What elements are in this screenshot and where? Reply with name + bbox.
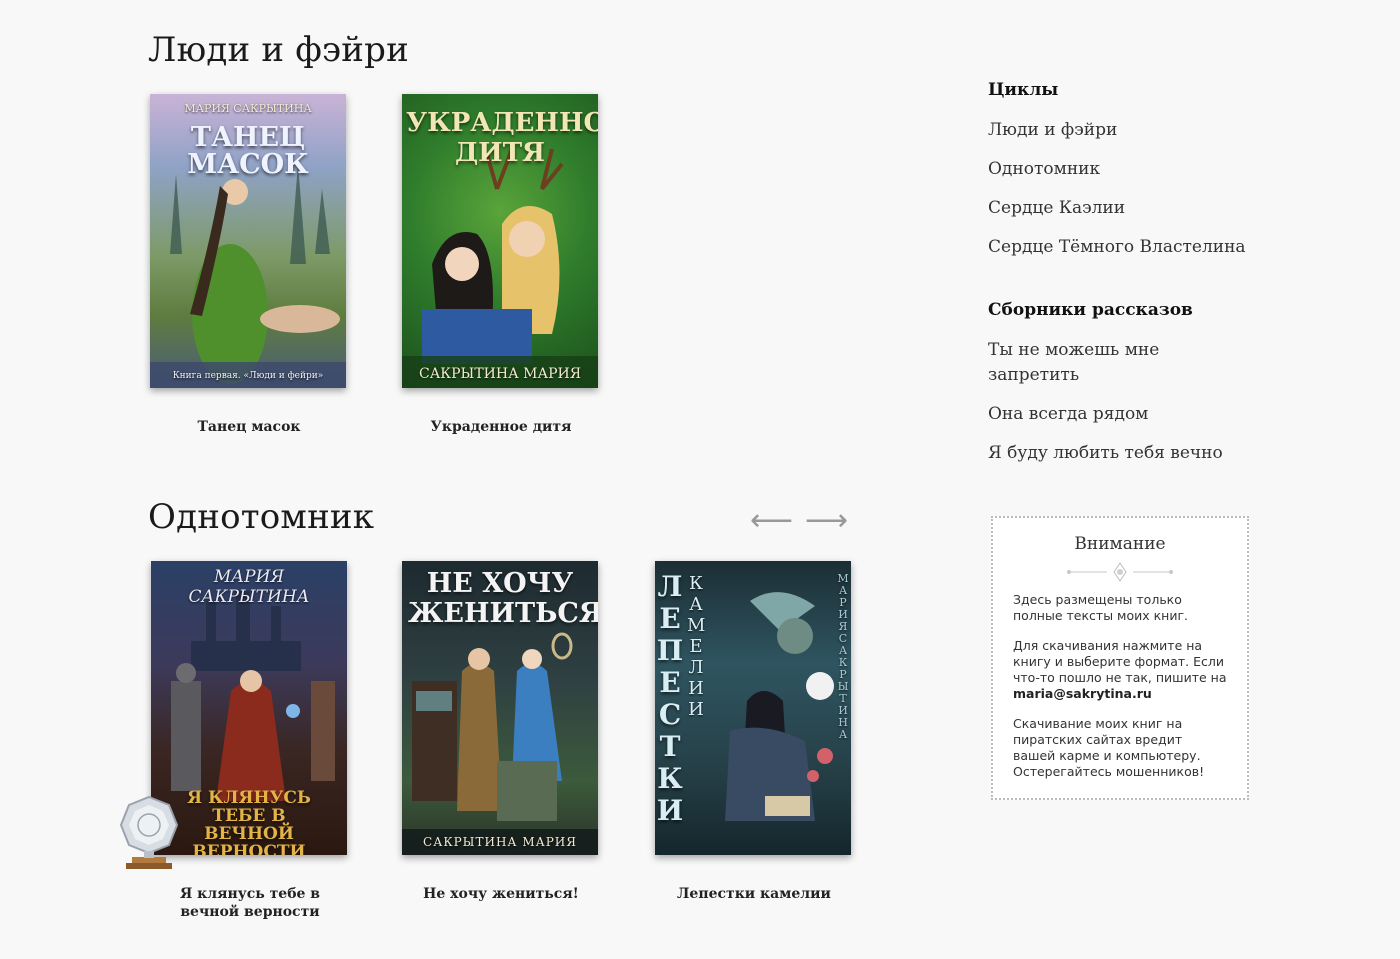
sidebar-link-cycle[interactable]: Однотомник: [988, 157, 1258, 182]
email-link[interactable]: maria@sakrytina.ru: [1013, 686, 1152, 701]
sidebar-heading-cycles: Циклы: [988, 80, 1059, 100]
book-lepestki-kamelii[interactable]: ЛЕПЕСТКИ КАМЕЛИИ МАРИЯ САКРЫТИНА Лепестк…: [655, 561, 853, 903]
cover-subtitle: КАМЕЛИИ: [687, 573, 706, 720]
arrow-right-icon: ⟶: [805, 503, 849, 538]
book-caption[interactable]: Танец масок: [150, 418, 348, 436]
book-cover[interactable]: УКРАДЕННОЕ ДИТЯ САКРЫТИНА МАРИЯ: [402, 94, 598, 388]
notice-box: Внимание Здесь размещены только полные т…: [991, 516, 1249, 800]
page: Люди и фэйри МАРИЯ САКРЫТИНА ТАНЕЦ МАСОК…: [0, 0, 1400, 959]
cover-author: МАРИЯ САКРЫТИНА: [184, 102, 312, 115]
notice-paragraph: Скачивание моих книг на пиратских сайтах…: [1013, 716, 1205, 779]
ornament-divider-icon: [993, 562, 1247, 582]
notice-contact-text: Для скачивания нажмите на книгу и выбери…: [1013, 638, 1227, 685]
cover-subtitle: Книга первая. «Люди и фейри»: [172, 371, 324, 381]
arrow-left-icon: ⟵: [750, 503, 794, 538]
carousel-next-button[interactable]: ⟶: [805, 506, 848, 536]
sidebar-link-collection[interactable]: Я буду любить тебя вечно: [988, 441, 1258, 466]
book-cover[interactable]: МАРИЯ САКРЫТИНА ТАНЕЦ МАСОК Книга первая…: [150, 94, 346, 388]
book-cover[interactable]: ЛЕПЕСТКИ КАМЕЛИИ МАРИЯ САКРЫТИНА: [655, 561, 851, 855]
cover-title: ТАНЕЦ МАСОК: [187, 122, 309, 180]
award-badge-icon: [118, 795, 180, 871]
book-caption[interactable]: Не хочу жениться!: [402, 885, 600, 903]
book-ukradennoe-ditya[interactable]: УКРАДЕННОЕ ДИТЯ САКРЫТИНА МАРИЯ Украденн…: [402, 94, 600, 436]
sidebar: Циклы Люди и фэйри Однотомник Сердце Каэ…: [988, 80, 1258, 480]
book-caption[interactable]: Я клянусь тебе в вечной верности: [151, 885, 349, 921]
sidebar-link-cycle[interactable]: Сердце Каэлии: [988, 196, 1258, 221]
sidebar-link-cycle[interactable]: Сердце Тёмного Властелина: [988, 235, 1258, 260]
notice-paragraph-contact: Для скачивания нажмите на книгу и выбери…: [1013, 638, 1227, 702]
cover-title: НЕ ХОЧУ ЖЕНИТЬСЯ: [408, 568, 598, 629]
cover-title: Я КЛЯНУСЬ ТЕБЕ В ВЕЧНОЙ ВЕРНОСТИ: [187, 788, 311, 855]
cover-title: УКРАДЕННОЕ ДИТЯ: [406, 108, 598, 168]
sidebar-link-collection[interactable]: Ты не можешь мне запретить: [988, 338, 1188, 388]
book-cover[interactable]: НЕ ХОЧУ ЖЕНИТЬСЯ САКРЫТИНА МАРИЯ: [402, 561, 598, 855]
notice-title: Внимание: [1074, 534, 1166, 554]
book-tanets-masok[interactable]: МАРИЯ САКРЫТИНА ТАНЕЦ МАСОК Книга первая…: [150, 94, 348, 436]
section-title-lyudi-i-feiri: Люди и фэйри: [148, 30, 409, 70]
sidebar-link-cycle[interactable]: Люди и фэйри: [988, 118, 1258, 143]
cover-author: МАРИЯ САКРЫТИНА: [188, 567, 310, 607]
book-ya-klyanus[interactable]: МАРИЯ САКРЫТИНА Я КЛЯНУСЬ ТЕБЕ В ВЕЧНОЙ …: [151, 561, 349, 921]
notice-paragraph: Здесь размещены только полные тексты мои…: [1013, 592, 1188, 623]
carousel-prev-button[interactable]: ⟵: [750, 506, 793, 536]
book-cover[interactable]: МАРИЯ САКРЫТИНА Я КЛЯНУСЬ ТЕБЕ В ВЕЧНОЙ …: [151, 561, 347, 855]
cover-author: САКРЫТИНА МАРИЯ: [423, 835, 577, 849]
book-caption[interactable]: Лепестки камелии: [655, 885, 853, 903]
section-title-odnotomnik: Однотомник: [148, 497, 375, 537]
sidebar-link-collection[interactable]: Она всегда рядом: [988, 402, 1258, 427]
notice-body: Здесь размещены только полные тексты мои…: [1013, 592, 1227, 780]
cover-author: МАРИЯ САКРЫТИНА: [837, 572, 849, 741]
sidebar-heading-collections: Сборники рассказов: [988, 300, 1193, 320]
book-caption[interactable]: Украденное дитя: [402, 418, 600, 436]
book-ne-khochu-zhenitsya[interactable]: НЕ ХОЧУ ЖЕНИТЬСЯ САКРЫТИНА МАРИЯ Не хочу…: [402, 561, 600, 903]
cover-author: САКРЫТИНА МАРИЯ: [418, 366, 582, 382]
cover-title: ЛЕПЕСТКИ: [656, 570, 684, 827]
